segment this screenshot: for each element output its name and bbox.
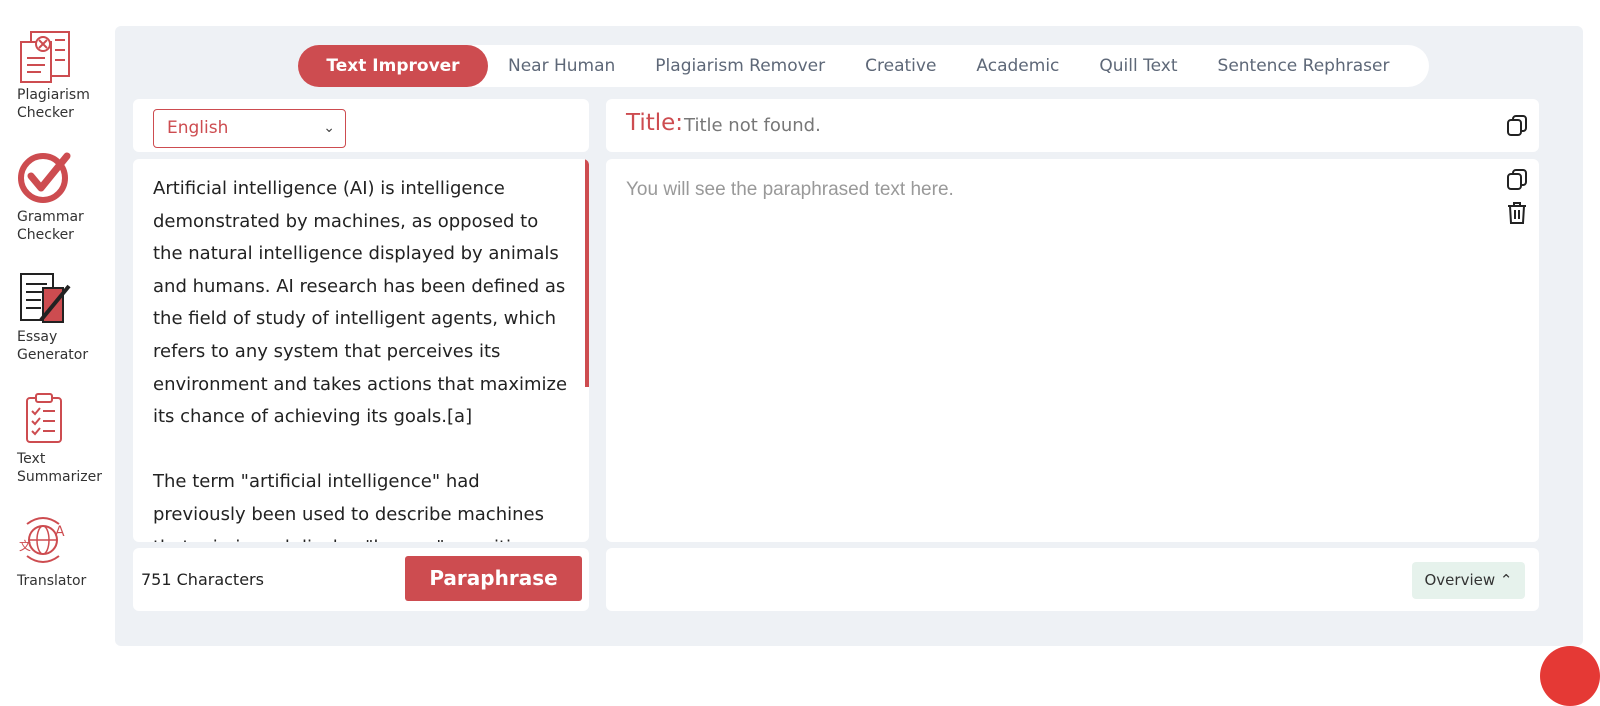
- summarizer-icon: [26, 393, 62, 443]
- input-card: Artificial intelligence (AI) is intellig…: [133, 159, 589, 542]
- tab-creative[interactable]: Creative: [845, 45, 956, 87]
- sidebar-item-label: Grammar Checker: [17, 209, 84, 243]
- paraphrase-button[interactable]: Paraphrase: [405, 556, 582, 601]
- language-card: English ⌄: [133, 99, 589, 152]
- language-selected-value: English: [167, 118, 229, 138]
- output-placeholder: You will see the paraphrased text here.: [626, 179, 954, 200]
- title-value: Title not found.: [684, 115, 821, 136]
- plagiarism-icon: [20, 31, 70, 83]
- input-scrollbar[interactable]: [585, 159, 589, 387]
- mode-tabs: Text Improver Near Human Plagiarism Remo…: [298, 45, 1430, 87]
- overview-button[interactable]: Overview ⌃: [1412, 562, 1525, 599]
- svg-text:A: A: [55, 524, 65, 540]
- sidebar-item-label: Translator: [17, 573, 87, 589]
- tab-near-human[interactable]: Near Human: [488, 45, 635, 87]
- overview-label: Overview: [1424, 571, 1496, 589]
- grammar-check-icon: [18, 152, 71, 203]
- chat-widget-icon[interactable]: [1540, 646, 1600, 706]
- trash-icon[interactable]: [1505, 201, 1529, 225]
- output-footer: Overview ⌃: [606, 548, 1539, 611]
- tab-plagiarism-remover[interactable]: Plagiarism Remover: [635, 45, 845, 87]
- tab-quill-text[interactable]: Quill Text: [1079, 45, 1197, 87]
- sidebar-item-label: Plagiarism Checker: [17, 87, 90, 121]
- sidebar-item-essay-generator[interactable]: Essay Generator: [17, 270, 112, 364]
- tab-academic[interactable]: Academic: [956, 45, 1079, 87]
- sidebar-item-grammar-checker[interactable]: Grammar Checker: [17, 150, 112, 244]
- output-card: You will see the paraphrased text here.: [606, 159, 1539, 542]
- translator-icon: A 文: [19, 517, 65, 563]
- language-select[interactable]: English ⌄: [153, 109, 346, 148]
- paraphraser-panel: Text Improver Near Human Plagiarism Remo…: [115, 26, 1583, 646]
- sidebar-item-text-summarizer[interactable]: Text Summarizer: [17, 392, 112, 486]
- chevron-down-icon: ⌄: [323, 120, 335, 136]
- chevron-up-icon: ⌃: [1499, 571, 1513, 589]
- copy-icon[interactable]: [1505, 113, 1529, 137]
- sidebar-item-label: Essay Generator: [17, 329, 89, 363]
- sidebar: Plagiarism Checker Grammar Checker Essay…: [0, 0, 112, 668]
- character-count: 751 Characters: [141, 570, 264, 589]
- title-label: Title:: [626, 110, 684, 136]
- sidebar-item-label: Text Summarizer: [17, 451, 102, 485]
- tab-text-improver[interactable]: Text Improver: [298, 45, 488, 87]
- essay-icon: [20, 273, 71, 323]
- sidebar-item-translator[interactable]: A 文 Translator: [17, 514, 112, 590]
- sidebar-item-plagiarism-checker[interactable]: Plagiarism Checker: [17, 28, 112, 122]
- tab-sentence-rephraser[interactable]: Sentence Rephraser: [1198, 45, 1410, 87]
- title-card: Title: Title not found.: [606, 99, 1539, 152]
- copy-output-icon[interactable]: [1505, 167, 1529, 191]
- svg-text:文: 文: [19, 538, 31, 553]
- input-textarea[interactable]: Artificial intelligence (AI) is intellig…: [153, 173, 573, 542]
- input-footer: 751 Characters Paraphrase: [133, 548, 589, 611]
